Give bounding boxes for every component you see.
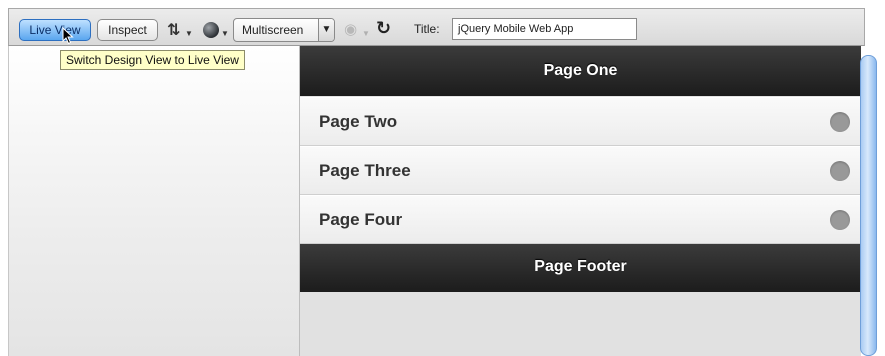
window-edge [877, 46, 885, 356]
arrow-dot-icon [830, 161, 850, 181]
page-footer: Page Footer [300, 244, 861, 292]
arrow-dot-icon [830, 210, 850, 230]
refresh-icon[interactable]: ↻ [376, 18, 391, 39]
arrow-dot-icon [830, 112, 850, 132]
multiscreen-select[interactable]: Multiscreen ▼ [233, 18, 335, 42]
globe-icon[interactable] [203, 22, 219, 38]
chevron-down-icon[interactable]: ▼ [221, 29, 229, 38]
content-area [300, 292, 861, 356]
title-label: Title: [414, 22, 440, 36]
tooltip: Switch Design View to Live View [60, 50, 245, 70]
inspect-button[interactable]: Inspect [97, 19, 158, 41]
chevron-down-icon[interactable]: ▼ [362, 29, 370, 38]
list-item-label: Page Two [319, 112, 398, 131]
vertical-scrollbar[interactable] [860, 55, 877, 356]
code-pane [8, 46, 299, 356]
live-view-button[interactable]: Live View [19, 19, 91, 41]
list-item[interactable]: Page Two [300, 97, 861, 146]
live-view-viewport: Page One Page Two Page Three Page Four P… [299, 46, 861, 356]
mouse-cursor-icon [62, 27, 74, 45]
list-item[interactable]: Page Four [300, 195, 861, 244]
chevron-down-icon[interactable]: ▼ [318, 19, 334, 41]
multiscreen-label: Multiscreen [242, 23, 304, 37]
chevron-down-icon[interactable]: ▼ [185, 29, 193, 38]
arrows-updown-icon[interactable]: ⇅ [167, 20, 181, 40]
eye-icon[interactable]: ◉ [344, 20, 357, 38]
title-input[interactable]: jQuery Mobile Web App [452, 18, 637, 40]
toolbar: Live View Inspect ⇅ ▼ ▼ Multiscreen ▼ ◉ … [8, 8, 865, 46]
page-header: Page One [300, 46, 861, 96]
list-item-label: Page Four [319, 210, 403, 229]
list-item[interactable]: Page Three [300, 146, 861, 195]
list-item-label: Page Three [319, 161, 411, 180]
